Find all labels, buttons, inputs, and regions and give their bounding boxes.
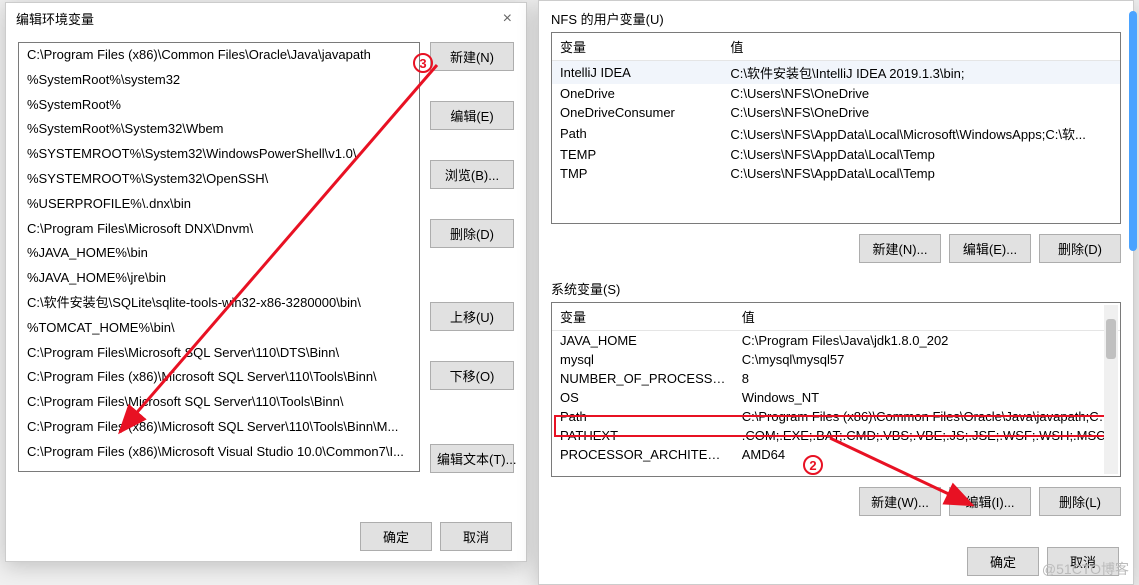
browse-button[interactable]: 浏览(B)... xyxy=(430,160,514,189)
list-item[interactable]: %SYSTEMROOT%\System32\WindowsPowerShell\… xyxy=(19,142,419,167)
delete-button[interactable]: 删除(D) xyxy=(430,219,514,248)
col-val[interactable]: 值 xyxy=(734,303,1120,331)
env-vars-dialog: NFS 的用户变量(U) 变量 值 IntelliJ IDEAC:\软件安装包\… xyxy=(538,0,1134,585)
sys-vars-table[interactable]: 变量 值 JAVA_HOMEC:\Program Files\Java\jdk1… xyxy=(552,303,1120,464)
button-column: 新建(N) 编辑(E) 浏览(B)... 删除(D) 上移(U) 下移(O) 编… xyxy=(430,42,514,479)
list-item[interactable]: C:\Program Files (x86)\Microsoft Visual … xyxy=(19,440,419,465)
close-icon[interactable]: × xyxy=(499,10,516,28)
list-item[interactable]: %JAVA_HOME%\bin xyxy=(19,241,419,266)
table-row[interactable]: TEMPC:\Users\NFS\AppData\Local\Temp xyxy=(552,145,1120,164)
col-val[interactable]: 值 xyxy=(722,33,1120,61)
list-item[interactable]: %TOMCAT_HOME%\bin\ xyxy=(19,316,419,341)
ok-button[interactable]: 确定 xyxy=(967,547,1039,576)
table-row-path[interactable]: PathC:\Program Files (x86)\Common Files\… xyxy=(552,407,1120,426)
sys-vars-label: 系统变量(S) xyxy=(539,277,1133,302)
col-var[interactable]: 变量 xyxy=(552,33,722,61)
table-row[interactable]: PathC:\Users\NFS\AppData\Local\Microsoft… xyxy=(552,122,1120,145)
list-item[interactable]: C:\Program Files\Microsoft SQL Server\11… xyxy=(19,341,419,366)
edittext-button[interactable]: 编辑文本(T)... xyxy=(430,444,514,473)
sys-delete-button[interactable]: 删除(L) xyxy=(1039,487,1121,516)
user-new-button[interactable]: 新建(N)... xyxy=(859,234,941,263)
user-vars-table-wrap: 变量 值 IntelliJ IDEAC:\软件安装包\IntelliJ IDEA… xyxy=(551,32,1121,224)
cancel-button[interactable]: 取消 xyxy=(440,522,512,551)
list-item[interactable]: C:\Program Files\Microsoft DNX\Dnvm\ xyxy=(19,217,419,242)
sys-edit-button[interactable]: 编辑(I)... xyxy=(949,487,1031,516)
table-row[interactable]: OSWindows_NT xyxy=(552,388,1120,407)
table-row[interactable]: JAVA_HOMEC:\Program Files\Java\jdk1.8.0_… xyxy=(552,331,1120,351)
new-button[interactable]: 新建(N) xyxy=(430,42,514,71)
movedown-button[interactable]: 下移(O) xyxy=(430,361,514,390)
user-vars-label: NFS 的用户变量(U) xyxy=(539,7,1133,32)
path-listbox[interactable]: C:\Program Files (x86)\Common Files\Orac… xyxy=(18,42,420,472)
list-item[interactable]: %SystemRoot% xyxy=(19,93,419,118)
table-row[interactable]: PATHEXT.COM;.EXE;.BAT;.CMD;.VBS;.VBE;.JS… xyxy=(552,426,1120,445)
table-row[interactable]: mysqlC:\mysql\mysql57 xyxy=(552,350,1120,369)
list-item[interactable]: %SystemRoot%\system32 xyxy=(19,68,419,93)
user-vars-table[interactable]: 变量 值 IntelliJ IDEAC:\软件安装包\IntelliJ IDEA… xyxy=(552,33,1120,183)
cancel-button[interactable]: 取消 xyxy=(1047,547,1119,576)
dialog-title: 编辑环境变量 xyxy=(16,9,94,28)
table-row[interactable]: OneDriveConsumerC:\Users\NFS\OneDrive xyxy=(552,103,1120,122)
list-item[interactable]: %SYSTEMROOT%\System32\OpenSSH\ xyxy=(19,167,419,192)
table-row[interactable]: TMPC:\Users\NFS\AppData\Local\Temp xyxy=(552,164,1120,183)
list-item[interactable]: C:\Program Files (x86)\Microsoft SQL Ser… xyxy=(19,365,419,390)
user-delete-button[interactable]: 删除(D) xyxy=(1039,234,1121,263)
list-item[interactable]: C:\Program Files\Microsoft SQL Server\11… xyxy=(19,390,419,415)
list-item[interactable]: %JAVA_HOME%\jre\bin xyxy=(19,266,419,291)
sys-vars-table-wrap: 变量 值 JAVA_HOMEC:\Program Files\Java\jdk1… xyxy=(551,302,1121,477)
sys-new-button[interactable]: 新建(W)... xyxy=(859,487,941,516)
table-row[interactable]: OneDriveC:\Users\NFS\OneDrive xyxy=(552,84,1120,103)
titlebar: 编辑环境变量 × xyxy=(6,3,526,32)
list-item[interactable]: C:\Program Files (x86)\Microsoft SQL Ser… xyxy=(19,465,419,472)
list-item[interactable]: %USERPROFILE%\.dnx\bin xyxy=(19,192,419,217)
table-row[interactable]: NUMBER_OF_PROCESSORS8 xyxy=(552,369,1120,388)
edit-path-dialog: 编辑环境变量 × C:\Program Files (x86)\Common F… xyxy=(5,2,527,562)
list-item[interactable]: C:\软件安装包\SQLite\sqlite-tools-win32-x86-3… xyxy=(19,291,419,316)
edit-button[interactable]: 编辑(E) xyxy=(430,101,514,130)
table-row[interactable]: PROCESSOR_ARCHITECT...AMD64 xyxy=(552,445,1120,464)
outer-scrollbar[interactable] xyxy=(1129,11,1137,251)
ok-button[interactable]: 确定 xyxy=(360,522,432,551)
table-row[interactable]: IntelliJ IDEAC:\软件安装包\IntelliJ IDEA 2019… xyxy=(552,61,1120,85)
user-edit-button[interactable]: 编辑(E)... xyxy=(949,234,1031,263)
list-item[interactable]: C:\Program Files (x86)\Microsoft SQL Ser… xyxy=(19,415,419,440)
moveup-button[interactable]: 上移(U) xyxy=(430,302,514,331)
col-var[interactable]: 变量 xyxy=(552,303,734,331)
list-item[interactable]: C:\Program Files (x86)\Common Files\Orac… xyxy=(19,43,419,68)
scrollbar-thumb[interactable] xyxy=(1106,319,1116,359)
list-item[interactable]: %SystemRoot%\System32\Wbem xyxy=(19,117,419,142)
